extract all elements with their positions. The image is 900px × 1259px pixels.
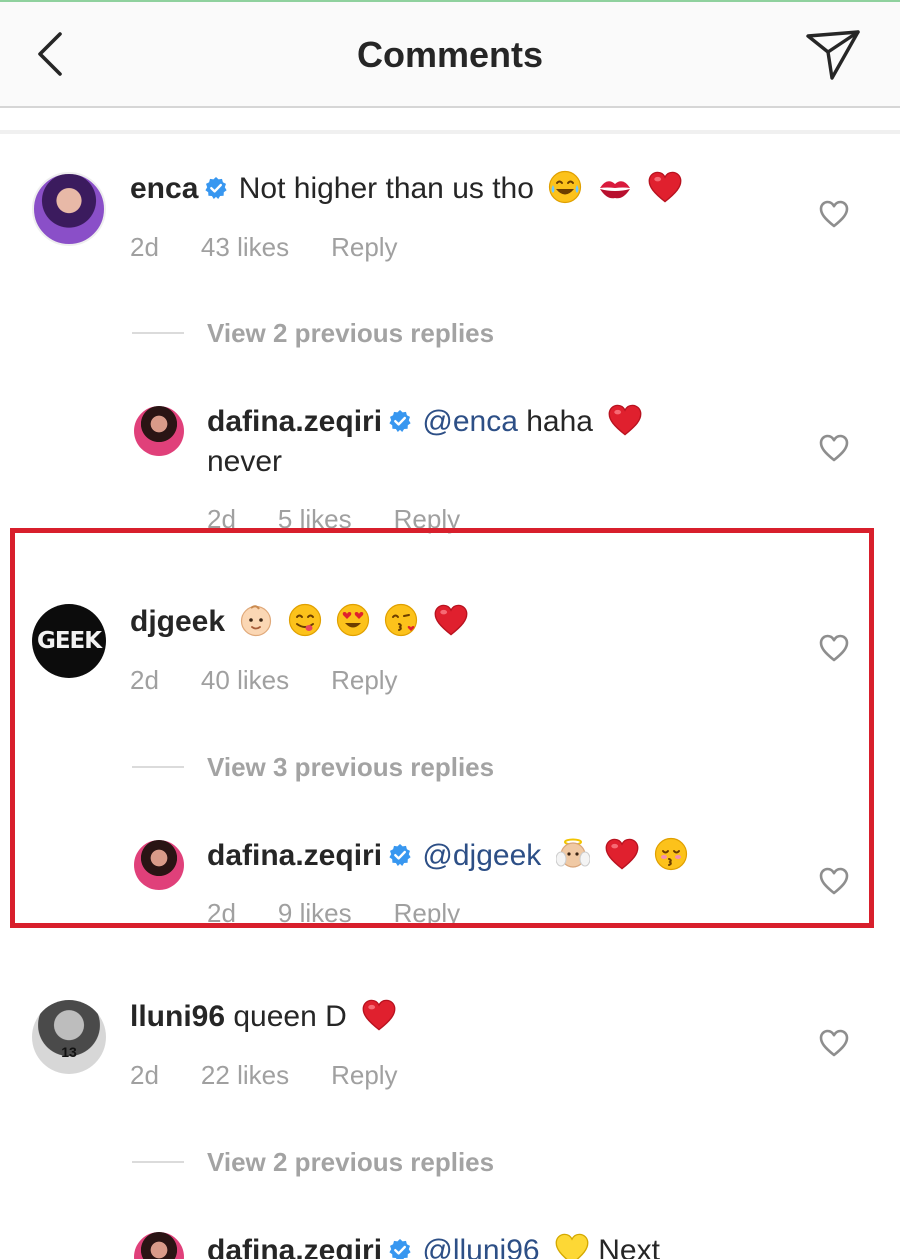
comment-body: queen D bbox=[233, 1000, 347, 1033]
avatar[interactable] bbox=[134, 406, 184, 456]
reply-body: Next bbox=[598, 1234, 660, 1259]
avatar[interactable] bbox=[32, 172, 106, 246]
view-previous-replies[interactable]: View 2 previous replies bbox=[207, 1147, 494, 1178]
reply-username[interactable]: dafina.zeqiri bbox=[207, 405, 382, 438]
red-heart-icon bbox=[647, 170, 683, 204]
comment-likes[interactable]: 22 likes bbox=[201, 1060, 289, 1090]
replies-divider bbox=[132, 332, 184, 334]
reply-button[interactable]: Reply bbox=[331, 232, 397, 262]
reply-username[interactable]: dafina.zeqiri bbox=[207, 1234, 382, 1259]
comment-likes[interactable]: 43 likes bbox=[201, 232, 289, 262]
highlight-box bbox=[10, 528, 874, 928]
paper-plane-icon[interactable] bbox=[800, 24, 864, 84]
comments-header: Comments bbox=[0, 2, 900, 108]
comment-username[interactable]: lluni96 bbox=[130, 1000, 225, 1033]
header-separator bbox=[0, 130, 900, 134]
avatar[interactable] bbox=[134, 1232, 184, 1259]
reply-text: dafina.zeqiri @enca haha bbox=[207, 403, 643, 441]
like-heart-icon[interactable] bbox=[818, 433, 850, 463]
red-heart-icon bbox=[607, 403, 643, 437]
comment-time: 2d bbox=[130, 1060, 159, 1090]
view-previous-replies[interactable]: View 2 previous replies bbox=[207, 318, 494, 349]
verified-badge-icon bbox=[388, 409, 412, 433]
comment-meta: 2d 22 likes Reply bbox=[130, 1060, 440, 1091]
like-heart-icon[interactable] bbox=[818, 1028, 850, 1058]
comment-meta: 2d 43 likes Reply bbox=[130, 232, 440, 263]
comment-time: 2d bbox=[130, 232, 159, 262]
reply-button[interactable]: Reply bbox=[331, 1060, 397, 1090]
reply-mention[interactable]: @lluni96 bbox=[422, 1234, 539, 1259]
kiss-mark-icon bbox=[599, 181, 630, 199]
reply-body: haha bbox=[526, 405, 593, 438]
verified-badge-icon bbox=[204, 176, 228, 200]
yellow-heart-icon bbox=[554, 1232, 590, 1259]
replies-divider bbox=[132, 1161, 184, 1163]
reply-text: dafina.zeqiri @lluni96 Next bbox=[207, 1232, 660, 1259]
comment-text: lluni96 queen D bbox=[130, 998, 397, 1036]
reply-mention[interactable]: @enca bbox=[422, 405, 518, 438]
like-heart-icon[interactable] bbox=[818, 199, 850, 229]
reply-body-line2: never bbox=[207, 445, 283, 478]
comment-body: Not higher than us tho bbox=[238, 172, 534, 205]
face-with-tears-of-joy-icon bbox=[548, 170, 582, 204]
page-title: Comments bbox=[356, 34, 544, 75]
comment-username[interactable]: enca bbox=[130, 172, 198, 205]
avatar[interactable]: 13 bbox=[32, 1000, 106, 1074]
verified-badge-icon bbox=[388, 1238, 412, 1259]
red-heart-icon bbox=[361, 998, 397, 1032]
comment-text: enca Not higher than us tho bbox=[130, 170, 683, 208]
